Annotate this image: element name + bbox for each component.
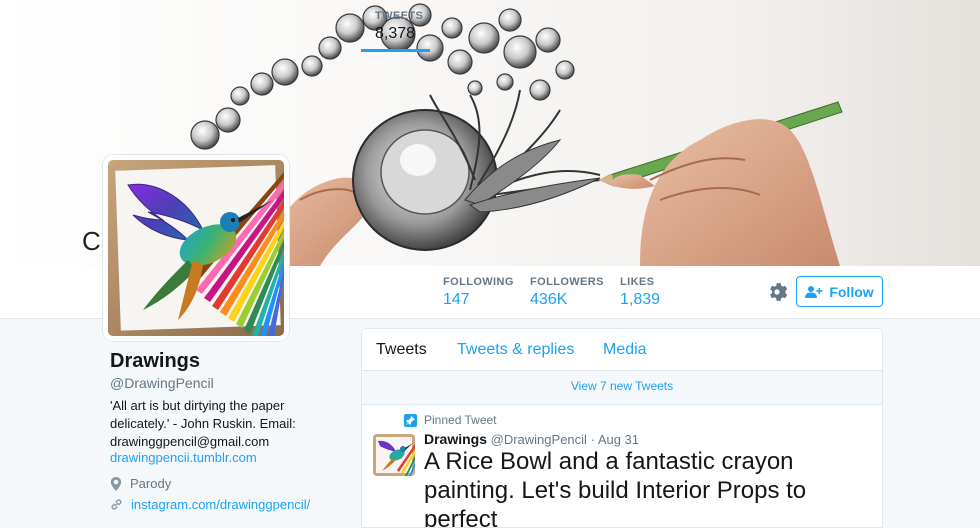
- stat-tweets-label: TWEETS: [375, 10, 424, 22]
- profile-bio-line: 'All art is but dirtying the paper: [110, 398, 285, 413]
- stat-following[interactable]: FOLLOWING 147: [443, 266, 523, 318]
- tweet-header: Drawings @DrawingPencil · Aug 31: [424, 431, 639, 447]
- pin-icon: [404, 413, 417, 427]
- pinned-tweet-text: Pinned Tweet: [424, 413, 497, 427]
- view-new-tweets-bar[interactable]: View 7 new Tweets: [362, 371, 882, 405]
- follow-button[interactable]: Follow: [796, 276, 883, 307]
- timeline: Tweets Tweets & replies Media View 7 new…: [361, 328, 883, 528]
- stat-tweets-value: 8,378: [375, 25, 416, 42]
- tab-media[interactable]: Media: [603, 341, 647, 359]
- gear-icon[interactable]: [765, 280, 789, 304]
- profile-handle[interactable]: @DrawingPencil: [110, 375, 214, 391]
- profile-bio-line: drawinggpencil@gmail.com: [110, 434, 270, 449]
- profile-website-link[interactable]: drawingpencii.tumblr.com: [110, 450, 257, 465]
- stat-likes-value: 1,839: [620, 291, 661, 308]
- stat-followers-value: 436K: [530, 291, 568, 308]
- tab-tweets-and-replies[interactable]: Tweets & replies: [457, 341, 574, 359]
- hummingbird-image: [108, 160, 284, 336]
- profile-location: Parody: [110, 476, 171, 491]
- stat-tweets[interactable]: TWEETS 8,378: [361, 0, 430, 52]
- pinned-tweet[interactable]: Pinned Tweet Drawings @DrawingPencil · A…: [362, 405, 882, 528]
- add-user-icon: [805, 285, 823, 298]
- tweet-author-avatar[interactable]: [373, 434, 415, 476]
- pinned-tweet-label: Pinned Tweet: [404, 413, 497, 427]
- profile-location-text: Parody: [130, 476, 172, 491]
- stat-likes[interactable]: LIKES 1,839: [620, 266, 680, 318]
- stat-followers[interactable]: FOLLOWERS 436K: [530, 266, 610, 318]
- tweet-date[interactable]: Aug 31: [598, 432, 639, 447]
- tweet-text: A Rice Bowl and a fantastic crayon paint…: [424, 448, 807, 528]
- link-icon: [111, 499, 122, 510]
- profile-url-link[interactable]: instagram.com/drawinggpencil/: [131, 497, 310, 512]
- profile-bio-line: delicately.' - John Ruskin. Email:: [110, 416, 296, 431]
- timeline-tabs: Tweets Tweets & replies Media: [362, 329, 882, 371]
- tab-tweets[interactable]: Tweets: [376, 341, 427, 359]
- profile-bio: 'All art is but dirtying the paper delic…: [110, 397, 310, 451]
- tweet-author-name[interactable]: Drawings: [424, 431, 487, 447]
- stat-likes-label: LIKES: [620, 276, 655, 288]
- follow-button-label: Follow: [829, 283, 874, 300]
- profile-url: instagram.com/drawinggpencil/: [110, 497, 310, 512]
- tweet-author-handle[interactable]: @DrawingPencil: [491, 432, 587, 447]
- hummingbird-thumbnail: [373, 434, 415, 476]
- stat-following-label: FOLLOWING: [443, 276, 514, 288]
- location-pin-icon: [110, 476, 122, 491]
- profile-avatar[interactable]: [103, 155, 289, 341]
- tweet-separator: ·: [590, 432, 595, 447]
- stat-followers-label: FOLLOWERS: [530, 276, 604, 288]
- stat-following-value: 147: [443, 291, 470, 308]
- profile-name[interactable]: Drawings: [110, 350, 200, 373]
